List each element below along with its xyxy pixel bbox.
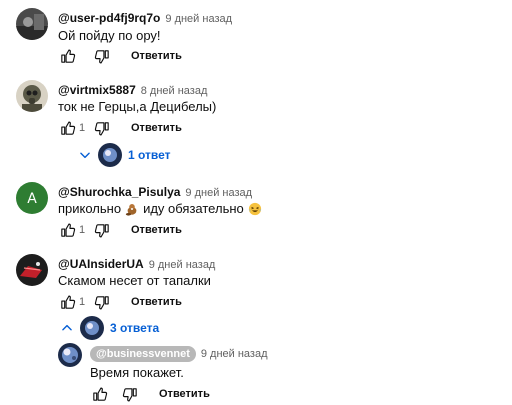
reply-button[interactable]: Ответить <box>131 50 182 62</box>
comment-author[interactable]: @user-pd4fj9rq7o <box>58 11 160 25</box>
comment-header: @UAInsiderUA 9 дней назад <box>58 257 215 271</box>
like-icon <box>59 48 76 65</box>
comment-time[interactable]: 9 дней назад <box>165 13 232 25</box>
reply-button[interactable]: Ответить <box>131 122 182 134</box>
dislike-button[interactable] <box>121 385 139 403</box>
like-icon <box>91 386 108 403</box>
like-button[interactable] <box>58 221 76 239</box>
reply-button[interactable]: Ответить <box>159 388 210 400</box>
dislike-icon <box>122 386 139 403</box>
dislike-button[interactable] <box>93 47 111 65</box>
replies-count: 3 ответа <box>110 321 160 335</box>
dislike-button[interactable] <box>93 221 111 239</box>
like-count: 1 <box>79 122 86 134</box>
dislike-icon <box>94 222 111 239</box>
reply-button[interactable]: Ответить <box>131 296 182 308</box>
like-icon <box>59 222 76 239</box>
like-button[interactable] <box>90 385 108 403</box>
like-count: 1 <box>79 224 86 236</box>
dislike-icon <box>94 48 111 65</box>
chevron-down-icon <box>80 152 90 159</box>
avatar-letter: А <box>27 191 37 207</box>
reply-avatar <box>80 316 104 340</box>
avatar[interactable] <box>16 8 48 40</box>
hide-replies-button[interactable]: 3 ответа <box>60 316 159 340</box>
comment-text: прикольно иду обязательно <box>58 201 266 216</box>
like-button[interactable] <box>58 119 76 137</box>
like-count: 1 <box>79 296 86 308</box>
comment-author[interactable]: @UAInsiderUA <box>58 257 144 271</box>
avatar[interactable] <box>16 80 48 112</box>
comment-text-part: иду обязательно <box>143 201 244 216</box>
like-icon <box>59 120 76 137</box>
laughing-emoji-icon <box>248 202 261 215</box>
avatar[interactable] <box>16 254 48 286</box>
comment-header: @businessvennet 9 дней назад <box>90 346 268 362</box>
comment-author[interactable]: @Shurochka_Pisulya <box>58 185 180 199</box>
comment-header: @Shurochka_Pisulya 9 дней назад <box>58 185 252 199</box>
like-icon <box>59 294 76 311</box>
like-button[interactable] <box>58 293 76 311</box>
comment-text: ток не Герцы,а Децибелы) <box>58 99 217 114</box>
comment-text-part: прикольно <box>58 201 122 216</box>
comment-time[interactable]: 9 дней назад <box>201 348 268 360</box>
like-button[interactable] <box>58 47 76 65</box>
comment-author[interactable]: @virtmix5887 <box>58 83 136 97</box>
dislike-icon <box>94 294 111 311</box>
comment-author[interactable]: @businessvennet <box>90 346 196 362</box>
comment-text: Ой пойду по ору! <box>58 28 161 43</box>
comment-time[interactable]: 8 дней назад <box>141 85 208 97</box>
comment-actions: Ответить <box>58 46 182 66</box>
chevron-up-icon <box>62 324 72 331</box>
comment-actions: 1 Ответить <box>58 292 182 312</box>
comment-text: Время покажет. <box>90 365 184 380</box>
comment-header: @virtmix5887 8 дней назад <box>58 83 207 97</box>
dislike-icon <box>94 120 111 137</box>
comment-time[interactable]: 9 дней назад <box>149 259 216 271</box>
replies-count: 1 ответ <box>128 148 171 162</box>
view-replies-button[interactable]: 1 ответ <box>78 143 171 167</box>
comment-actions: 1 Ответить <box>58 118 182 138</box>
beaver-emoji-icon <box>125 203 137 216</box>
dislike-button[interactable] <box>93 119 111 137</box>
avatar[interactable] <box>58 343 82 367</box>
dislike-button[interactable] <box>93 293 111 311</box>
comment-actions: 1 Ответить <box>58 220 182 240</box>
comment-actions: Ответить <box>90 384 210 404</box>
avatar[interactable]: А <box>16 182 48 214</box>
comment-time[interactable]: 9 дней назад <box>185 187 252 199</box>
reply-avatar <box>98 143 122 167</box>
comment-text: Скамом несет от тапалки <box>58 273 211 288</box>
reply-button[interactable]: Ответить <box>131 224 182 236</box>
comment-header: @user-pd4fj9rq7o 9 дней назад <box>58 11 232 25</box>
